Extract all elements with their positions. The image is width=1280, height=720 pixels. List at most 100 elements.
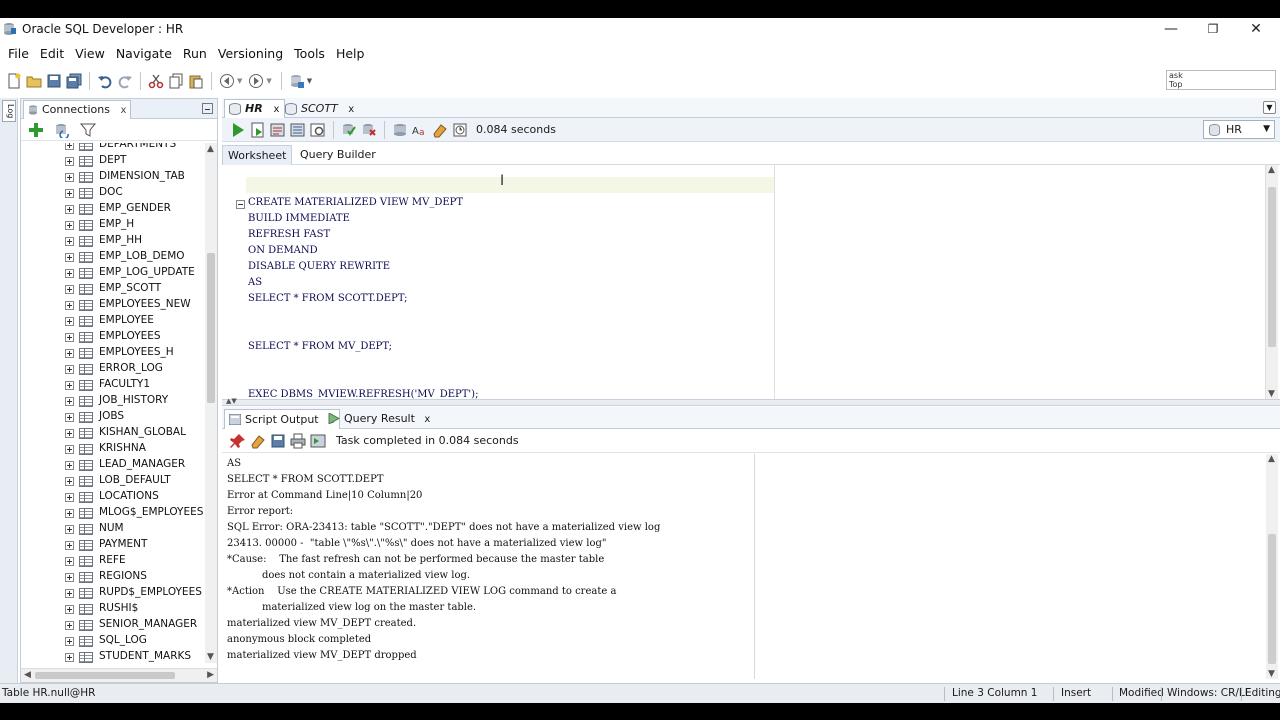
scroll-up-icon[interactable]: ▲ bbox=[1268, 454, 1275, 464]
tree-item[interactable]: NUM bbox=[21, 521, 205, 537]
tree-item[interactable]: RUPD$_EMPLOYEES bbox=[21, 585, 205, 601]
expand-node-icon[interactable] bbox=[65, 221, 74, 230]
tree-item[interactable]: PAYMENT bbox=[21, 537, 205, 553]
tree-item[interactable]: SQL_LOG bbox=[21, 633, 205, 649]
expand-node-icon[interactable] bbox=[65, 557, 74, 566]
expand-node-icon[interactable] bbox=[65, 397, 74, 406]
fold-collapse-icon[interactable] bbox=[236, 200, 245, 209]
paste-icon[interactable] bbox=[188, 73, 204, 89]
expand-node-icon[interactable] bbox=[65, 413, 74, 422]
tree-item[interactable]: EMP_SCOTT bbox=[21, 281, 205, 297]
tree-item[interactable]: LEAD_MANAGER bbox=[21, 457, 205, 473]
expand-node-icon[interactable] bbox=[65, 301, 74, 310]
tree-item[interactable]: EMP_HH bbox=[21, 233, 205, 249]
sql-editor[interactable]: Ⅰ CREATE MATERIALIZED VIEW MV_DEPT BUILD … bbox=[222, 165, 1266, 399]
tree-item[interactable]: KISHAN_GLOBAL bbox=[21, 425, 205, 441]
expand-node-icon[interactable] bbox=[65, 429, 74, 438]
scroll-thumb[interactable] bbox=[207, 253, 215, 403]
tree-item[interactable]: DEPARTMENTS bbox=[21, 143, 205, 153]
tree-item[interactable]: RUSHI$ bbox=[21, 601, 205, 617]
expand-node-icon[interactable] bbox=[65, 143, 74, 150]
expand-node-icon[interactable] bbox=[65, 445, 74, 454]
expand-node-icon[interactable] bbox=[65, 573, 74, 582]
menu-navigate[interactable]: Navigate bbox=[112, 46, 176, 61]
refresh-connections-icon[interactable] bbox=[54, 122, 70, 138]
clear-eraser-icon[interactable] bbox=[432, 122, 448, 138]
tab-scott[interactable]: SCOTT x bbox=[280, 99, 360, 118]
output-vertical-scrollbar[interactable]: ▲ ▼ bbox=[1266, 454, 1278, 679]
tree-item[interactable]: DOC bbox=[21, 185, 205, 201]
expand-node-icon[interactable] bbox=[65, 589, 74, 598]
scroll-left-icon[interactable]: ◀ bbox=[24, 670, 31, 680]
menu-help[interactable]: Help bbox=[332, 46, 369, 61]
expand-node-icon[interactable] bbox=[65, 253, 74, 262]
expand-node-icon[interactable] bbox=[65, 493, 74, 502]
expand-node-icon[interactable] bbox=[65, 333, 74, 342]
close-connections-tab-icon[interactable]: x bbox=[120, 105, 126, 116]
expand-node-icon[interactable] bbox=[65, 509, 74, 518]
close-tab-icon[interactable]: x bbox=[348, 104, 354, 115]
script-output-text[interactable]: AS SELECT * FROM SCOTT.DEPT Error at Comma… bbox=[222, 454, 1266, 679]
autotrace-icon[interactable] bbox=[270, 122, 286, 138]
run-statement-icon[interactable] bbox=[230, 122, 246, 138]
tree-item[interactable]: MLOG$_EMPLOYEES bbox=[21, 505, 205, 521]
worksheet-dropdown-icon[interactable]: ▼ bbox=[307, 77, 312, 85]
copy-icon[interactable] bbox=[168, 73, 184, 89]
menu-edit[interactable]: Edit bbox=[36, 46, 68, 61]
close-window-button[interactable]: ✕ bbox=[1236, 19, 1276, 39]
save-output-icon[interactable] bbox=[270, 433, 286, 449]
ask-search-box[interactable]: ask Top bbox=[1166, 70, 1276, 90]
buffer-size-icon[interactable] bbox=[310, 433, 326, 449]
expand-node-icon[interactable] bbox=[65, 349, 74, 358]
expand-node-icon[interactable] bbox=[65, 269, 74, 278]
tree-item[interactable]: FACULTY1 bbox=[21, 377, 205, 393]
tree-item[interactable]: LOB_DEFAULT bbox=[21, 473, 205, 489]
scroll-up-icon[interactable]: ▲ bbox=[207, 144, 214, 154]
close-tab-icon[interactable]: x bbox=[424, 414, 430, 425]
tab-hr[interactable]: HR x bbox=[224, 99, 286, 118]
tab-worksheet[interactable]: Worksheet bbox=[222, 145, 293, 165]
forward-icon[interactable] bbox=[248, 73, 264, 89]
tree-item[interactable]: STUDENT_MARKS bbox=[21, 649, 205, 663]
editor-output-splitter[interactable]: ▲▼ bbox=[222, 397, 1280, 406]
tree-item[interactable]: DEPT bbox=[21, 153, 205, 169]
editor-list-dropdown-icon[interactable]: ▼ bbox=[1263, 101, 1276, 114]
menu-versioning[interactable]: Versioning bbox=[214, 46, 287, 61]
save-all-icon[interactable] bbox=[66, 73, 82, 89]
tree-item[interactable]: EMP_LOB_DEMO bbox=[21, 249, 205, 265]
expand-node-icon[interactable] bbox=[65, 637, 74, 646]
to-upper-lower-icon[interactable]: Aa bbox=[412, 122, 428, 138]
expand-node-icon[interactable] bbox=[65, 317, 74, 326]
tree-item[interactable]: EMPLOYEES bbox=[21, 329, 205, 345]
connections-tab[interactable]: Connections x bbox=[23, 100, 132, 119]
scroll-thumb[interactable] bbox=[1268, 187, 1276, 347]
expand-node-icon[interactable] bbox=[65, 621, 74, 630]
expand-node-icon[interactable] bbox=[65, 525, 74, 534]
undo-icon[interactable] bbox=[97, 73, 113, 89]
expand-node-icon[interactable] bbox=[65, 173, 74, 182]
tree-item[interactable]: EMP_LOG_UPDATE bbox=[21, 265, 205, 281]
expand-node-icon[interactable] bbox=[65, 477, 74, 486]
tree-item[interactable]: LOCATIONS bbox=[21, 489, 205, 505]
back-dropdown-icon[interactable]: ▼ bbox=[237, 77, 242, 85]
expand-node-icon[interactable] bbox=[65, 205, 74, 214]
tree-item[interactable]: JOB_HISTORY bbox=[21, 393, 205, 409]
connections-vertical-scrollbar[interactable]: ▲ ▼ bbox=[205, 143, 217, 663]
menu-file[interactable]: File bbox=[4, 46, 33, 61]
pin-icon[interactable] bbox=[230, 433, 246, 449]
scroll-right-icon[interactable]: ▶ bbox=[207, 670, 214, 680]
print-icon[interactable] bbox=[290, 433, 306, 449]
add-connection-icon[interactable] bbox=[28, 122, 44, 138]
clear-output-icon[interactable] bbox=[250, 433, 266, 449]
sql-worksheet-icon[interactable] bbox=[289, 73, 305, 89]
save-icon[interactable] bbox=[46, 73, 62, 89]
collapse-up-icon[interactable]: ▲▼ bbox=[226, 397, 237, 405]
expand-node-icon[interactable] bbox=[65, 461, 74, 470]
expand-node-icon[interactable] bbox=[65, 541, 74, 550]
back-icon[interactable] bbox=[219, 73, 235, 89]
scroll-thumb[interactable] bbox=[1268, 534, 1276, 664]
tree-item[interactable]: REGIONS bbox=[21, 569, 205, 585]
tree-item[interactable]: REFE bbox=[21, 553, 205, 569]
expand-node-icon[interactable] bbox=[65, 237, 74, 246]
expand-node-icon[interactable] bbox=[65, 605, 74, 614]
